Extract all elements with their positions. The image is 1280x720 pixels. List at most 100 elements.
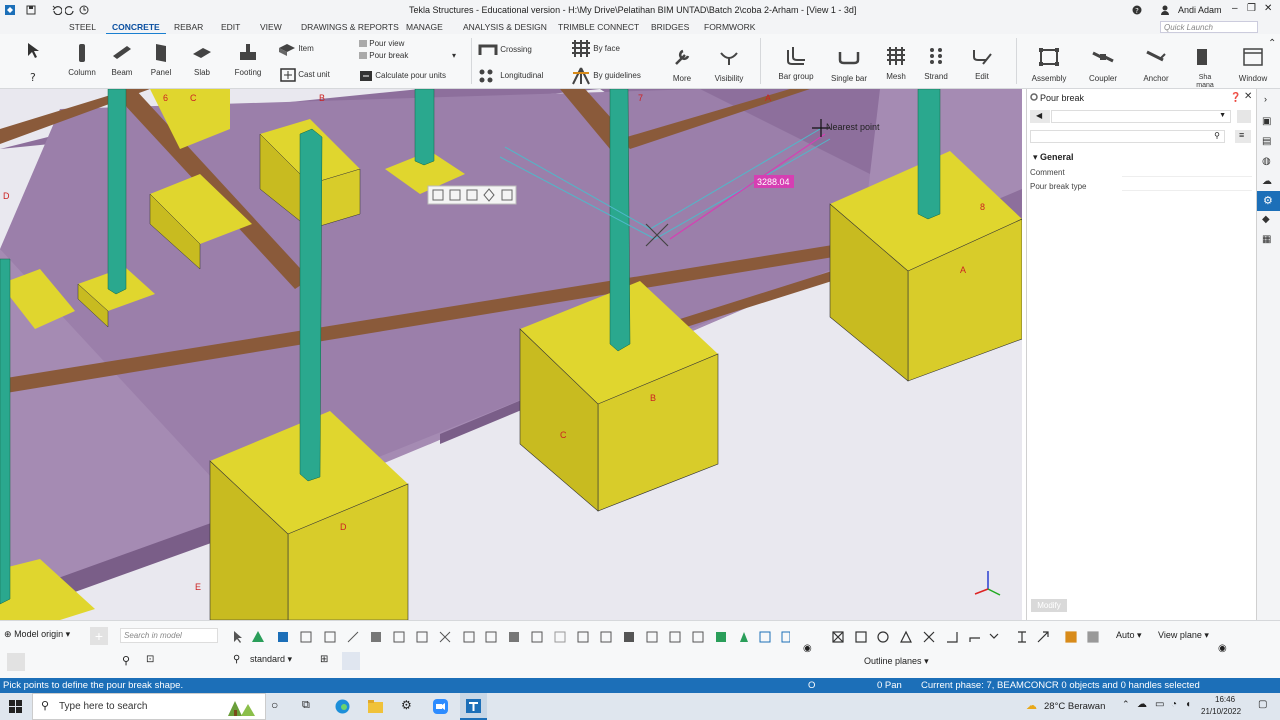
more-button[interactable]: More [668, 48, 696, 83]
model-view-3d[interactable]: 3288.04 Nearest point 6 C B 7 A 8 A B C … [0, 89, 1022, 620]
select-construction-lines-icon[interactable] [740, 632, 748, 642]
battery-icon[interactable]: ▭ [1155, 699, 1164, 710]
item-button[interactable]: Item [278, 42, 314, 56]
pour-break-type-field[interactable] [1122, 180, 1252, 191]
search-model-input[interactable]: Search in model [120, 628, 218, 643]
select-views-icon[interactable] [463, 631, 475, 643]
selection-switches[interactable] [230, 629, 790, 645]
column-button[interactable]: Column [66, 42, 98, 77]
select-reference-icon[interactable] [624, 632, 634, 642]
applications-icon[interactable]: ▤ [1262, 136, 1271, 147]
select-points-icon[interactable] [324, 631, 336, 643]
help-icon[interactable]: ? [1132, 5, 1142, 15]
edge-browser-icon[interactable] [335, 699, 350, 714]
selection-filter-icon[interactable]: ⚲ [233, 654, 240, 665]
select-rebar-groups-icon[interactable] [646, 631, 658, 643]
select-construction-objects-icon[interactable] [716, 632, 726, 642]
select-reinforcing-icon[interactable] [485, 631, 497, 643]
snap-switch-button[interactable] [7, 653, 25, 671]
select-surface-treatment-icon[interactable] [509, 632, 519, 642]
select-welds-icon[interactable] [393, 631, 405, 643]
undo-icon[interactable] [52, 5, 62, 15]
zoom-selected-icon[interactable]: ⊡ [146, 654, 154, 665]
select-surface-icon[interactable] [278, 632, 288, 642]
select-all-icon[interactable] [234, 631, 242, 643]
visibility-button[interactable]: Visibility [712, 48, 746, 83]
snap-center-icon[interactable] [877, 631, 889, 643]
volume-icon[interactable]: ◖ [1185, 699, 1191, 710]
select-components-icon[interactable] [371, 632, 381, 642]
select-pointer-icon[interactable] [342, 652, 360, 670]
tab-trimble-connect[interactable]: TRIMBLE CONNECT [558, 22, 639, 32]
slab-button[interactable]: Slab [186, 42, 218, 77]
tab-analysis-design[interactable]: ANALYSIS & DESIGN [463, 22, 547, 32]
properties-search-input[interactable]: ⚲ [1030, 130, 1225, 143]
select-layouts-icon[interactable] [759, 631, 771, 643]
snap-3d-icon[interactable] [1065, 631, 1077, 643]
select-grid-icon[interactable] [300, 631, 312, 643]
bar-group-button[interactable]: Bar group [776, 46, 816, 81]
snap-intersection-icon[interactable] [923, 631, 935, 643]
search-icon[interactable]: ⚲ [122, 654, 130, 667]
plane-select[interactable]: View plane ▾ [1158, 630, 1209, 641]
snap-perpendicular-icon[interactable] [947, 632, 958, 643]
by-guidelines-button[interactable]: By guidelines [571, 67, 641, 85]
select-pointer-icon[interactable] [25, 42, 43, 60]
shape-manager-button[interactable]: Sha mana [1194, 48, 1216, 90]
snap-override-icon[interactable] [1037, 631, 1049, 643]
ribbon-expand-icon[interactable]: ⌃ [1268, 38, 1276, 49]
close-panel-icon[interactable]: ✕ [1244, 91, 1252, 102]
select-lines-icon[interactable] [347, 631, 359, 643]
outline-planes-select[interactable]: Outline planes ▾ [864, 656, 929, 667]
filter-options-icon[interactable]: ⊞ [320, 654, 328, 665]
pour-dropdown-icon[interactable]: ▾ [452, 51, 456, 60]
select-grids-icon[interactable] [781, 631, 790, 643]
eye-icon[interactable]: ◉ [1218, 643, 1227, 654]
longitudinal-button[interactable]: Longitudinal [478, 68, 543, 84]
tab-rebar[interactable]: REBAR [174, 22, 203, 32]
tab-bridges[interactable]: BRIDGES [651, 22, 689, 32]
properties-set-select[interactable]: ▼ [1051, 110, 1231, 123]
calculate-pour-units-button[interactable]: Calculate pour units [359, 70, 446, 82]
snap-ghost-icon[interactable] [1087, 631, 1099, 643]
options-menu-icon[interactable]: ≡ [1235, 130, 1251, 143]
tab-formwork[interactable]: FORMWORK [704, 22, 755, 32]
rebar-edit-button[interactable]: Edit [968, 46, 996, 81]
comment-field[interactable] [1122, 166, 1252, 177]
tekla-taskbar-button[interactable] [460, 693, 487, 720]
section-general[interactable]: ▾ General [1033, 152, 1074, 163]
snap-switches[interactable] [830, 629, 1110, 645]
chevron-right-icon[interactable]: › [1264, 94, 1267, 104]
modify-button[interactable]: Modify [1031, 599, 1067, 612]
onedrive-icon[interactable]: ☁ [1137, 699, 1147, 710]
tab-view[interactable]: VIEW [260, 22, 282, 32]
snap-help-icon[interactable]: ? [28, 70, 46, 84]
save-icon[interactable] [26, 5, 36, 15]
tab-manage[interactable]: MANAGE [406, 22, 443, 32]
file-explorer-icon[interactable] [368, 700, 383, 713]
mini-toolbar[interactable] [427, 185, 517, 205]
properties-tab-active[interactable]: ⚙ [1257, 191, 1280, 211]
quick-launch-input[interactable]: Quick Launch [1160, 21, 1258, 33]
tab-edit[interactable]: EDIT [221, 22, 240, 32]
settings-icon[interactable]: ⚙ [401, 698, 412, 712]
work-plane-select[interactable]: ⊕ Model origin ▾ [4, 629, 70, 643]
add-button[interactable]: + [90, 627, 108, 645]
select-cuts-icon[interactable] [416, 631, 428, 643]
single-bar-button[interactable]: Single bar [828, 48, 870, 83]
snap-midpoint-icon[interactable] [900, 630, 912, 643]
select-objects-icon[interactable] [600, 631, 612, 643]
anchor-button[interactable]: Anchor [1138, 48, 1174, 83]
minimize-button[interactable]: – [1232, 3, 1238, 14]
cast-unit-button[interactable]: Cast unit [280, 68, 330, 82]
cube-icon[interactable]: ◆ [1262, 214, 1270, 225]
beam-button[interactable]: Beam [106, 42, 138, 77]
task-view-icon[interactable]: ⧉ [302, 699, 310, 712]
back-button[interactable]: ◀ [1030, 110, 1050, 123]
tab-drawings-reports[interactable]: DRAWINGS & REPORTS [301, 22, 399, 32]
panel-button[interactable]: Panel [145, 42, 177, 77]
save-properties-button[interactable] [1237, 110, 1251, 123]
tab-steel[interactable]: STEEL [69, 22, 96, 32]
taskbar-search-input[interactable]: ⚲ Type here to search [32, 693, 266, 720]
selection-filter-select[interactable]: standard ▾ [250, 654, 292, 665]
